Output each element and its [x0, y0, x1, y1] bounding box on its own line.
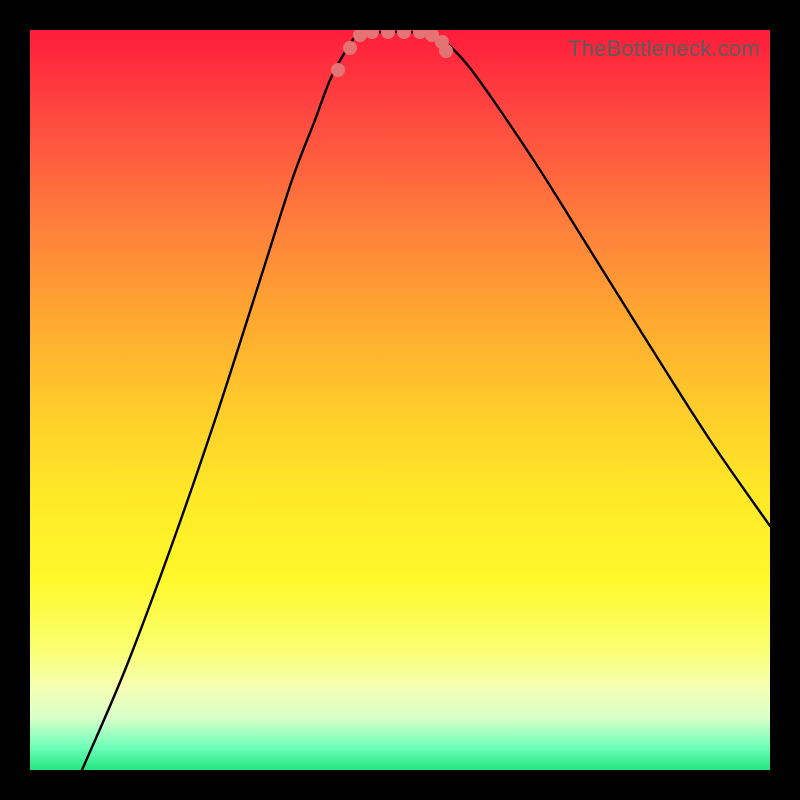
markers-svg	[30, 30, 770, 770]
curve-svg	[30, 30, 770, 770]
marker-dot	[435, 35, 449, 49]
marker-dot	[331, 63, 345, 77]
marker-dot	[425, 30, 439, 42]
bottleneck-curve	[82, 32, 770, 770]
chart-frame: TheBottleneck.com	[0, 0, 800, 800]
plot-area: TheBottleneck.com	[30, 30, 770, 770]
marker-dot	[381, 30, 395, 39]
watermark-text: TheBottleneck.com	[568, 36, 760, 62]
marker-dot	[365, 30, 379, 39]
marker-dot	[413, 30, 427, 39]
marker-dot	[343, 41, 357, 55]
marker-dots-group	[331, 30, 453, 77]
marker-dot	[439, 44, 453, 58]
marker-dot	[397, 30, 411, 39]
marker-dot	[353, 30, 367, 42]
